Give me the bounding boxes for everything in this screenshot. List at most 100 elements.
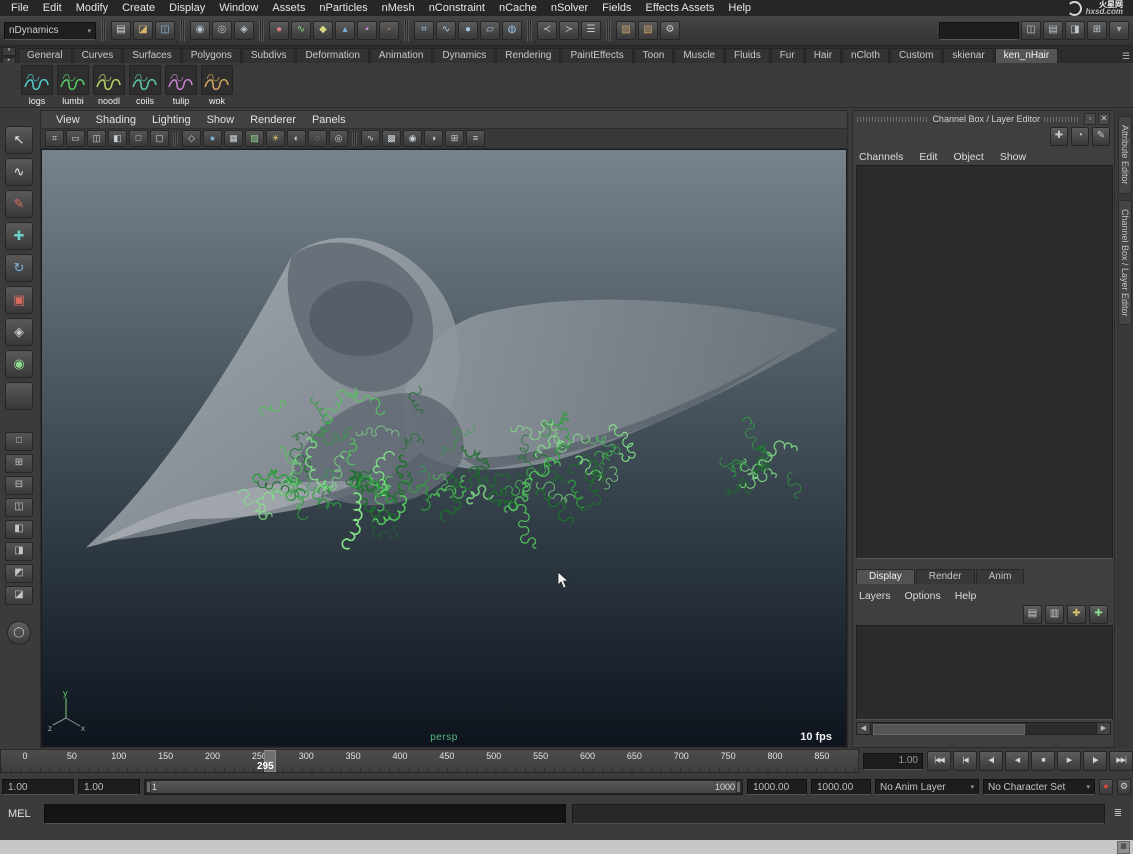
layout-custom-icon[interactable]: ◯ [7, 621, 31, 645]
shelf-tab[interactable]: Polygons [181, 48, 241, 63]
snap-curve-icon[interactable]: ∿ [436, 21, 456, 40]
channel-box-header[interactable]: Channel Box / Layer Editor ▫ ✕ [853, 113, 1114, 125]
shelf-tab[interactable]: skienar [943, 48, 994, 63]
menu-item[interactable]: nParticles [312, 0, 374, 16]
panel-menu-item[interactable]: Renderer [243, 112, 303, 128]
channel-manip-icon[interactable]: ✚ [1050, 127, 1068, 146]
output-connections-icon[interactable]: ≻ [559, 21, 579, 40]
animation-preferences-icon[interactable]: ⚙ [1117, 779, 1131, 795]
go-to-start-button[interactable]: |◀◀ [927, 751, 951, 771]
layer-editor-tab[interactable]: Render [915, 569, 975, 584]
play-backwards-button[interactable]: ◀ [1005, 751, 1029, 771]
mask-dynamics-icon[interactable]: ▪ [357, 21, 377, 40]
film-gate-icon[interactable]: ▭ [66, 130, 85, 147]
shelf-item[interactable]: wok [200, 65, 234, 106]
exposure-icon[interactable]: ◑ [424, 130, 443, 147]
command-input-field[interactable] [44, 804, 566, 824]
open-scene-icon[interactable]: ◪ [133, 21, 153, 40]
last-tool-slot[interactable] [5, 382, 33, 410]
rotate-tool[interactable]: ↻ [5, 254, 33, 282]
quick-select-field[interactable] [939, 21, 1019, 40]
toolbar-separator[interactable] [606, 19, 611, 42]
layout-persp-outliner[interactable]: ◪ [5, 586, 33, 605]
toolbar-separator[interactable] [527, 19, 532, 42]
select-component-icon[interactable]: ◈ [234, 21, 254, 40]
shelf-tab[interactable]: Fluids [725, 48, 770, 63]
viewport-3d-view[interactable]: y x z persp 10 fps [41, 149, 847, 747]
menu-item[interactable]: Display [162, 0, 212, 16]
gate-mask-icon[interactable]: ◧ [108, 130, 127, 147]
go-to-end-button[interactable]: ▶▶| [1109, 751, 1133, 771]
scroll-right-icon[interactable]: ▶ [1096, 723, 1110, 734]
layer-editor-menu-item[interactable]: Help [955, 588, 977, 604]
sidebar-vertical-tab[interactable]: Channel Box / Layer Editor [1118, 199, 1132, 326]
layer-select-icon[interactable]: ▤ [1023, 605, 1042, 624]
grid-toggle-icon[interactable]: ⌗ [45, 130, 64, 147]
snap-view-plane-icon[interactable]: ▱ [480, 21, 500, 40]
layout-outliner-persp[interactable]: ◧ [5, 520, 33, 539]
shelf-tab[interactable]: Toon [633, 48, 674, 63]
toolbar-caret-icon[interactable]: ▾ [1109, 21, 1129, 40]
current-time-field[interactable]: 1.00 [863, 752, 923, 770]
show-tool-settings-icon[interactable]: ▤ [1043, 21, 1063, 40]
panel-menu-item[interactable]: View [49, 112, 87, 128]
menu-item[interactable]: Help [721, 0, 758, 16]
shelf-tab[interactable]: Fur [770, 48, 804, 63]
safe-action-icon[interactable]: □ [129, 130, 148, 147]
menu-item[interactable]: nSolver [544, 0, 595, 16]
shelf-item[interactable]: tulip [164, 65, 198, 106]
panel-menu-item[interactable]: Lighting [145, 112, 198, 128]
new-empty-layer-icon[interactable]: ✚ [1067, 605, 1086, 624]
scroll-left-icon[interactable]: ◀ [857, 723, 871, 734]
layout-single[interactable]: □ [5, 432, 33, 451]
show-channel-box-icon[interactable]: ◨ [1065, 21, 1085, 40]
snap-grid-icon[interactable]: ⌗ [414, 21, 434, 40]
animation-end-field[interactable]: 1000.00 [747, 779, 807, 795]
layer-editor-tab[interactable]: Display [856, 569, 915, 584]
layer-editor-tab[interactable]: Anim [975, 569, 1025, 584]
stop-button[interactable]: ■ [1031, 751, 1055, 771]
use-lights-icon[interactable]: ☀ [266, 130, 285, 147]
shelf-tab[interactable]: Rendering [496, 48, 561, 63]
layer-editor-menu-item[interactable]: Options [905, 588, 941, 604]
layout-four-view[interactable]: ⊞ [5, 454, 33, 473]
scrollbar-track[interactable] [871, 723, 1096, 735]
channel-speed-icon[interactable]: ◔ [1071, 127, 1089, 146]
toolbar-separator[interactable] [259, 19, 264, 42]
ipr-render-icon[interactable]: ▧ [638, 21, 658, 40]
layout-hypershade-persp[interactable]: ◩ [5, 564, 33, 583]
paint-select-tool[interactable]: ✎ [5, 190, 33, 218]
character-set-select[interactable]: No Character Set ▾ [983, 779, 1095, 795]
shelf-tab[interactable]: ken_nHair [994, 48, 1059, 63]
menu-item[interactable]: Modify [69, 0, 115, 16]
panel-drag-handle[interactable] [1044, 116, 1080, 122]
smooth-shade-icon[interactable]: ● [203, 130, 222, 147]
textured-mode-icon[interactable]: ▨ [245, 130, 264, 147]
universal-manip-tool[interactable]: ◈ [5, 318, 33, 346]
shelf-tab[interactable]: Curves [72, 48, 123, 63]
shelf-tab[interactable]: Dynamics [433, 48, 496, 63]
shelf-tab[interactable]: PaintEffects [561, 48, 633, 63]
toolbar-separator[interactable] [404, 19, 409, 42]
sidebar-vertical-tab[interactable]: Attribute Editor [1118, 116, 1132, 194]
help-line-grid-icon[interactable]: ▦ [1117, 840, 1130, 854]
xray-icon[interactable]: ◌ [308, 130, 327, 147]
new-layer-selected-icon[interactable]: ✚ [1089, 605, 1108, 624]
bounding-box-icon[interactable]: ▦ [224, 130, 243, 147]
render-view-icon[interactable]: ▨ [616, 21, 636, 40]
menu-item[interactable]: Effects Assets [639, 0, 722, 16]
channel-box-menu-item[interactable]: Edit [919, 149, 937, 165]
channel-box-menu-item[interactable]: Object [953, 149, 983, 165]
scale-tool[interactable]: ▣ [5, 286, 33, 314]
range-slider[interactable]: 1 1000 [144, 779, 743, 795]
channel-box-menu-item[interactable]: Channels [859, 149, 903, 165]
fog-icon[interactable]: ∿ [361, 130, 380, 147]
step-back-key-button[interactable]: |◀ [953, 751, 977, 771]
snap-point-icon[interactable]: ● [458, 21, 478, 40]
construction-history-icon[interactable]: ☰ [581, 21, 601, 40]
ui-elements-icon[interactable]: ⊞ [1087, 21, 1107, 40]
panel-drag-handle[interactable] [857, 116, 929, 122]
menu-item[interactable]: Assets [265, 0, 312, 16]
viewcube-icon[interactable]: ⊞ [445, 130, 464, 147]
show-attribute-editor-icon[interactable]: ◫ [1021, 21, 1041, 40]
